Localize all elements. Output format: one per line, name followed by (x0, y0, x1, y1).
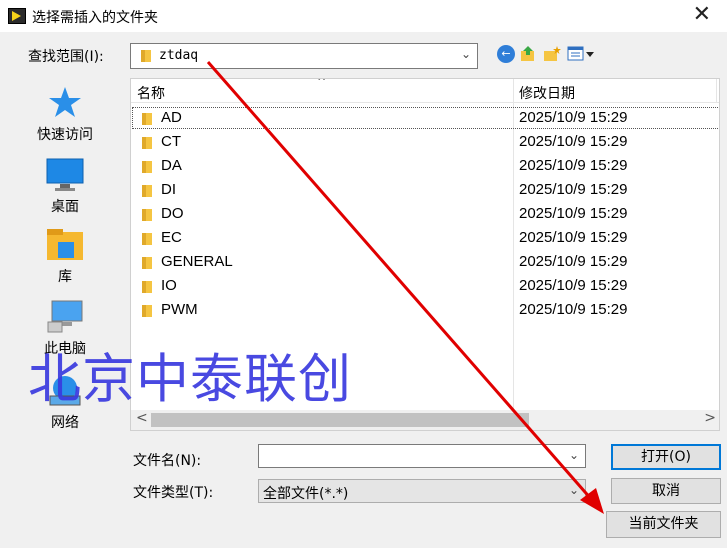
star-icon (49, 87, 81, 117)
open-button[interactable]: 打开(O) (611, 444, 721, 470)
file-name: AD (161, 109, 182, 126)
scroll-thumb[interactable] (151, 413, 529, 427)
place-this-pc[interactable]: 此电脑 (6, 300, 124, 358)
file-date: 2025/10/9 15:29 (519, 157, 628, 174)
list-item[interactable]: DO 2025/10/9 15:29 (131, 202, 719, 226)
file-date: 2025/10/9 15:29 (519, 277, 628, 294)
folder-icon (142, 233, 152, 245)
folder-icon (142, 137, 152, 149)
filetype-value: 全部文件(*.*) (263, 486, 349, 502)
place-label: 快速访问 (37, 127, 93, 143)
chevron-down-icon[interactable]: ⌄ (461, 47, 471, 61)
place-network[interactable]: 网络 (6, 374, 124, 432)
place-library[interactable]: 库 (6, 228, 124, 286)
place-desktop[interactable]: 桌面 (6, 158, 124, 216)
folder-icon (141, 50, 151, 62)
file-name: DI (161, 181, 176, 198)
place-label: 桌面 (51, 199, 79, 215)
network-icon (49, 376, 81, 406)
list-item[interactable]: AD 2025/10/9 15:29 (131, 106, 719, 130)
view-menu-icon[interactable] (567, 45, 595, 63)
list-item[interactable]: CT 2025/10/9 15:29 (131, 130, 719, 154)
scroll-right-icon[interactable]: > (704, 410, 716, 426)
column-header: ^ 名称 修改日期 (131, 78, 719, 103)
list-item[interactable]: PWM 2025/10/9 15:29 (131, 298, 719, 322)
library-icon (47, 229, 83, 260)
labview-app-icon (8, 8, 26, 24)
file-date: 2025/10/9 15:29 (519, 181, 628, 198)
chevron-down-icon[interactable]: ⌄ (569, 483, 579, 497)
folder-icon (142, 113, 152, 125)
list-item[interactable]: DA 2025/10/9 15:29 (131, 154, 719, 178)
list-item[interactable]: GENERAL 2025/10/9 15:29 (131, 250, 719, 274)
place-quick-access[interactable]: 快速访问 (6, 84, 124, 144)
column-date-modified[interactable]: 修改日期 (519, 83, 575, 103)
filetype-label: 文件类型(T): (133, 485, 214, 501)
places-bar: 快速访问 桌面 库 此电脑 网络 (6, 78, 124, 521)
file-name: PWM (161, 301, 198, 318)
folder-icon (142, 281, 152, 293)
folder-icon (142, 161, 152, 173)
column-divider[interactable] (716, 79, 717, 103)
file-name: DO (161, 205, 184, 222)
list-item[interactable]: IO 2025/10/9 15:29 (131, 274, 719, 298)
chevron-down-icon[interactable]: ⌄ (569, 448, 579, 462)
folder-icon (142, 305, 152, 317)
file-list[interactable]: ^ 名称 修改日期 AD 2025/10/9 15:29 CT 2025/10/… (130, 78, 720, 431)
file-date: 2025/10/9 15:29 (519, 229, 628, 246)
list-item[interactable]: EC 2025/10/9 15:29 (131, 226, 719, 250)
close-icon[interactable]: ✕ (693, 2, 711, 28)
title-bar: 选择需插入的文件夹 ✕ (0, 0, 727, 32)
computer-icon (47, 300, 83, 333)
file-name: CT (161, 133, 181, 150)
cancel-button[interactable]: 取消 (611, 478, 721, 504)
current-folder-button[interactable]: 当前文件夹 (606, 511, 721, 538)
file-date: 2025/10/9 15:29 (519, 133, 628, 150)
folder-icon (142, 209, 152, 221)
file-date: 2025/10/9 15:29 (519, 301, 628, 318)
file-name: GENERAL (161, 253, 233, 270)
place-label: 库 (58, 269, 72, 285)
window-title: 选择需插入的文件夹 (32, 10, 158, 26)
desktop-icon (46, 158, 84, 191)
list-item[interactable]: DI 2025/10/9 15:29 (131, 178, 719, 202)
file-date: 2025/10/9 15:29 (519, 205, 628, 222)
filename-input[interactable]: ⌄ (258, 444, 586, 468)
filename-label: 文件名(N): (133, 453, 202, 469)
folder-icon (142, 185, 152, 197)
horizontal-scrollbar[interactable]: < > (131, 410, 719, 430)
lookin-dropdown[interactable]: ztdaq ⌄ (130, 43, 478, 69)
place-label: 此电脑 (44, 341, 86, 357)
lookin-value: ztdaq (159, 48, 199, 63)
new-folder-icon[interactable] (543, 45, 561, 63)
lookin-label: 查找范围(I): (28, 49, 104, 65)
file-name: IO (161, 277, 177, 294)
sort-caret-icon: ^ (317, 78, 327, 88)
folder-icon (142, 257, 152, 269)
file-name: DA (161, 157, 182, 174)
back-icon[interactable]: ← (497, 45, 515, 63)
up-folder-icon[interactable] (519, 45, 537, 63)
column-name[interactable]: 名称 (137, 83, 165, 103)
file-date: 2025/10/9 15:29 (519, 109, 628, 126)
scroll-left-icon[interactable]: < (136, 410, 148, 426)
place-label: 网络 (51, 415, 79, 431)
filetype-dropdown[interactable]: 全部文件(*.*) ⌄ (258, 479, 586, 503)
file-date: 2025/10/9 15:29 (519, 253, 628, 270)
file-name: EC (161, 229, 182, 246)
